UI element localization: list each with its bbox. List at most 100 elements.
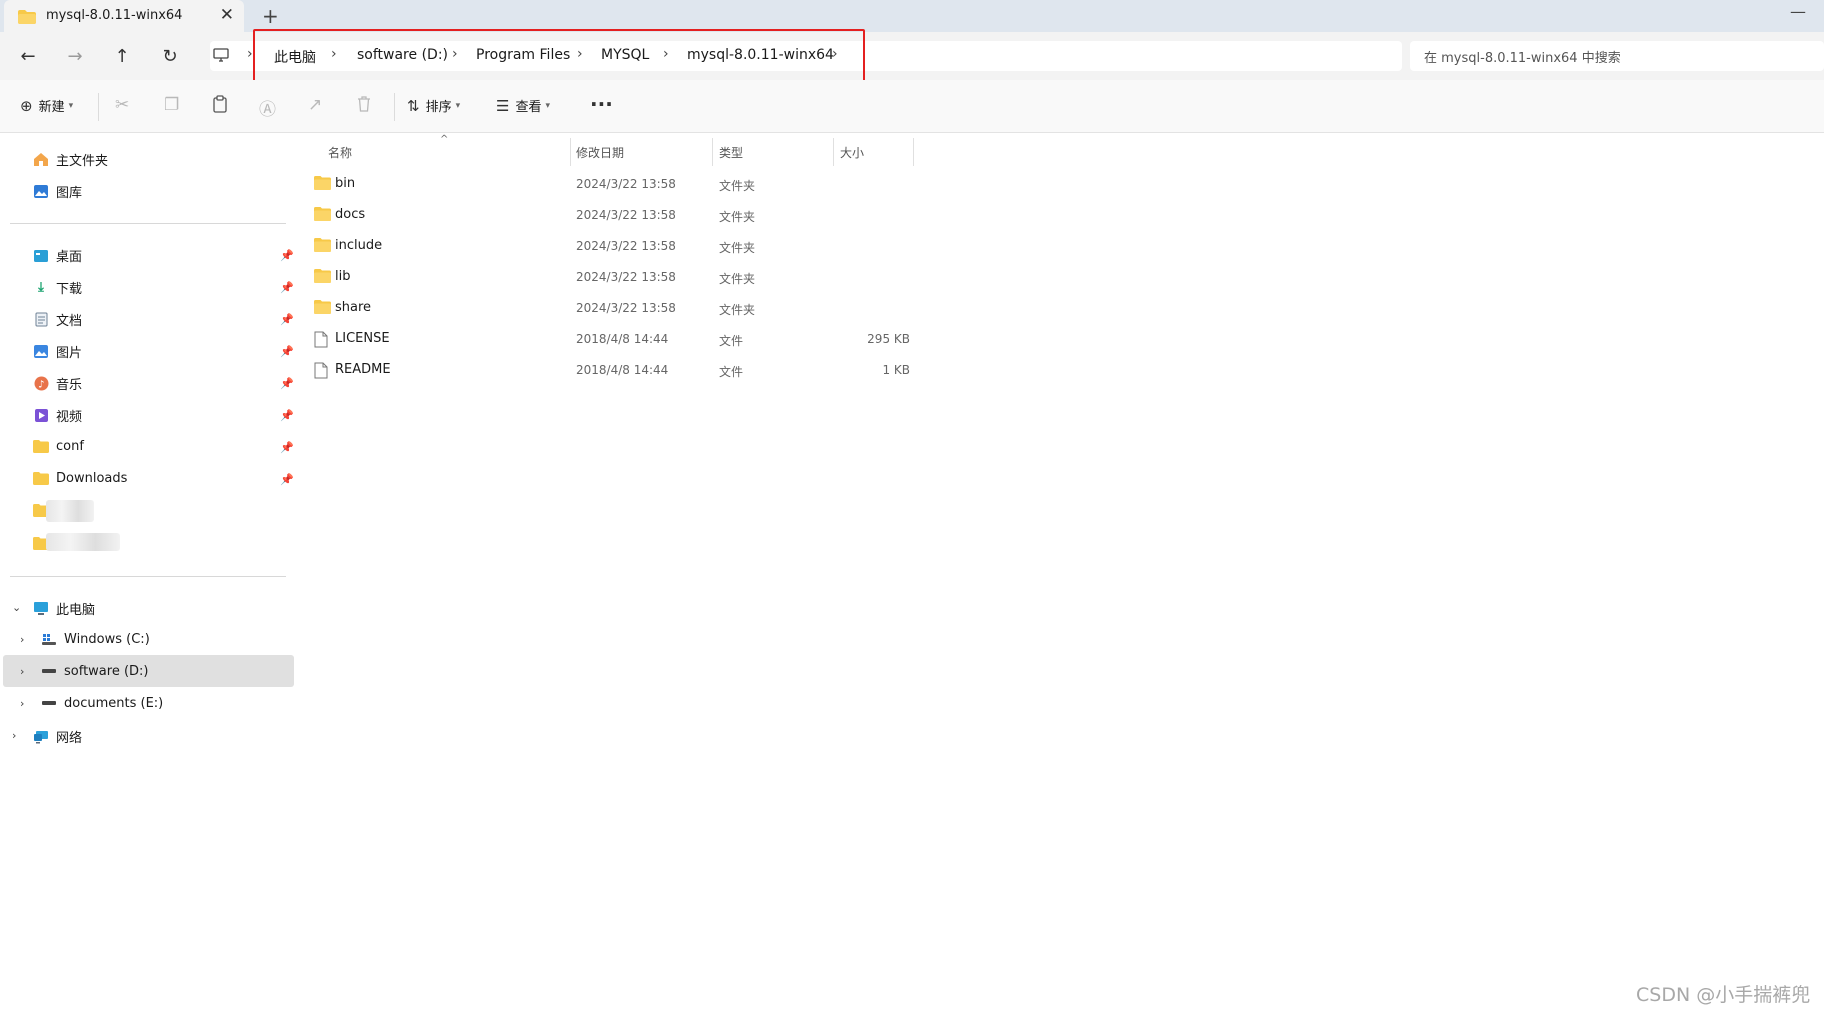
chevron-right-icon[interactable]: › bbox=[20, 697, 24, 710]
file-row-docs[interactable]: docs 2024/3/22 13:58 文件夹 bbox=[310, 200, 920, 230]
sidebar-item-pictures[interactable]: 图片 bbox=[32, 342, 82, 361]
list-view-icon: ☰ bbox=[496, 96, 510, 115]
file-date: 2024/3/22 13:58 bbox=[576, 301, 676, 315]
column-divider[interactable] bbox=[570, 138, 571, 166]
up-button[interactable]: ↑ bbox=[110, 44, 134, 68]
search-input[interactable]: 在 mysql-8.0.11-winx64 中搜索 bbox=[1410, 41, 1824, 71]
network-icon bbox=[32, 729, 50, 745]
tab-title: mysql-8.0.11-winx64 bbox=[46, 8, 183, 23]
sidebar-item-label: 桌面 bbox=[56, 250, 83, 265]
file-row-readme[interactable]: README 2018/4/8 14:44 文件 1 KB bbox=[310, 355, 920, 385]
watermark-text: CSDN @小手揣裤兜 bbox=[1636, 984, 1811, 1006]
plus-circle-icon: ⊕ bbox=[20, 96, 33, 115]
file-type: 文件夹 bbox=[719, 179, 756, 193]
sidebar-item-this-pc[interactable]: 此电脑 bbox=[32, 599, 95, 618]
file-row-bin[interactable]: bin 2024/3/22 13:58 文件夹 bbox=[310, 169, 920, 199]
column-divider[interactable] bbox=[712, 138, 713, 166]
file-row-share[interactable]: share 2024/3/22 13:58 文件夹 bbox=[310, 293, 920, 323]
pin-icon[interactable]: 📌 bbox=[280, 441, 294, 454]
sidebar-item-downloads-cn[interactable]: ⤓ 下载 bbox=[32, 278, 82, 297]
file-row-include[interactable]: include 2024/3/22 13:58 文件夹 bbox=[310, 231, 920, 261]
sidebar-item-drive-d[interactable]: software (D:) bbox=[40, 663, 149, 679]
more-options-button[interactable]: ··· bbox=[590, 92, 613, 116]
column-header-date[interactable]: 修改日期 bbox=[576, 144, 624, 161]
download-icon: ⤓ bbox=[38, 280, 44, 295]
chevron-down-icon[interactable]: ⌄ bbox=[12, 601, 21, 614]
chevron-right-icon[interactable]: › bbox=[20, 633, 24, 646]
music-icon: ♪ bbox=[32, 376, 50, 392]
pin-icon[interactable]: 📌 bbox=[280, 345, 294, 358]
sidebar-item-network[interactable]: 网络 bbox=[32, 727, 82, 746]
pin-icon[interactable]: 📌 bbox=[280, 281, 294, 294]
paste-icon[interactable] bbox=[212, 95, 228, 113]
sidebar-item-music[interactable]: ♪ 音乐 bbox=[32, 374, 82, 393]
monitor-icon[interactable] bbox=[213, 47, 229, 63]
view-button[interactable]: ☰ 查看 ▾ bbox=[496, 96, 550, 116]
delete-icon[interactable] bbox=[356, 95, 372, 113]
chevron-down-icon: ▾ bbox=[455, 100, 461, 111]
folder-icon bbox=[314, 176, 331, 190]
pin-icon[interactable]: 📌 bbox=[280, 313, 294, 326]
close-tab-icon[interactable]: ✕ bbox=[220, 5, 234, 25]
file-name: bin bbox=[335, 176, 356, 191]
column-header-size[interactable]: 大小 bbox=[840, 144, 864, 161]
file-name: include bbox=[335, 238, 383, 253]
sort-button[interactable]: ⇅ 排序 ▾ bbox=[407, 96, 461, 116]
redacted-label bbox=[46, 500, 94, 522]
sidebar-item-label: 图片 bbox=[56, 346, 83, 361]
home-icon bbox=[32, 152, 50, 168]
sidebar-item-videos[interactable]: 视频 bbox=[32, 406, 82, 425]
sidebar-item-label: 网络 bbox=[56, 731, 83, 746]
file-type: 文件夹 bbox=[719, 272, 756, 286]
new-tab-button[interactable]: + bbox=[262, 4, 279, 28]
sidebar-item-downloads[interactable]: Downloads bbox=[32, 470, 127, 486]
window-tab[interactable]: mysql-8.0.11-winx64 ✕ bbox=[4, 0, 244, 32]
new-button[interactable]: ⊕ 新建 ▾ bbox=[20, 96, 74, 116]
pin-icon[interactable]: 📌 bbox=[280, 249, 294, 262]
minimize-button[interactable]: — bbox=[1790, 2, 1806, 21]
breadcrumb-separator: › bbox=[247, 46, 253, 62]
column-divider[interactable] bbox=[833, 138, 834, 166]
file-icon bbox=[314, 331, 328, 348]
file-row-license[interactable]: LICENSE 2018/4/8 14:44 文件 295 KB bbox=[310, 324, 920, 354]
file-type: 文件 bbox=[719, 334, 744, 348]
column-header-type[interactable]: 类型 bbox=[719, 144, 743, 161]
sidebar-item-drive-c[interactable]: Windows (C:) bbox=[40, 631, 150, 647]
file-name: share bbox=[335, 300, 372, 315]
svg-text:♪: ♪ bbox=[38, 380, 44, 391]
column-header-name[interactable]: 名称 bbox=[328, 144, 352, 161]
forward-button[interactable]: → bbox=[63, 44, 87, 68]
pin-icon[interactable]: 📌 bbox=[280, 473, 294, 486]
rename-icon[interactable]: Ⓐ bbox=[259, 95, 276, 120]
file-icon bbox=[314, 362, 328, 379]
toolbar-divider bbox=[98, 93, 99, 121]
back-button[interactable]: ← bbox=[16, 44, 40, 68]
file-name: LICENSE bbox=[335, 331, 390, 346]
folder-icon bbox=[314, 300, 331, 314]
sidebar-item-drive-e[interactable]: documents (E:) bbox=[40, 695, 163, 711]
chevron-down-icon: ▾ bbox=[68, 100, 74, 111]
column-divider[interactable] bbox=[913, 138, 914, 166]
drive-icon bbox=[40, 695, 58, 711]
cut-icon[interactable]: ✂ bbox=[115, 95, 129, 115]
sidebar-item-label: 视频 bbox=[56, 410, 83, 425]
sidebar-item-documents[interactable]: 文档 bbox=[32, 310, 82, 329]
gallery-icon bbox=[32, 184, 50, 200]
refresh-button[interactable]: ↻ bbox=[158, 44, 182, 68]
sidebar-item-home[interactable]: 主文件夹 bbox=[32, 150, 108, 169]
navigation-pane bbox=[0, 134, 296, 1011]
drive-c-icon bbox=[40, 631, 58, 647]
file-size: 295 KB bbox=[867, 332, 910, 346]
sidebar-item-gallery[interactable]: 图库 bbox=[32, 182, 82, 201]
chevron-right-icon[interactable]: › bbox=[12, 729, 16, 742]
copy-icon[interactable]: ❐ bbox=[164, 95, 179, 115]
chevron-right-icon[interactable]: › bbox=[20, 665, 24, 678]
document-icon bbox=[32, 312, 50, 328]
pin-icon[interactable]: 📌 bbox=[280, 377, 294, 390]
sidebar-item-label: Downloads bbox=[56, 470, 128, 486]
sidebar-item-conf[interactable]: conf bbox=[32, 438, 84, 454]
share-icon[interactable]: ↗ bbox=[308, 95, 322, 115]
file-row-lib[interactable]: lib 2024/3/22 13:58 文件夹 bbox=[310, 262, 920, 292]
pin-icon[interactable]: 📌 bbox=[280, 409, 294, 422]
sidebar-item-desktop[interactable]: 桌面 bbox=[32, 246, 82, 265]
